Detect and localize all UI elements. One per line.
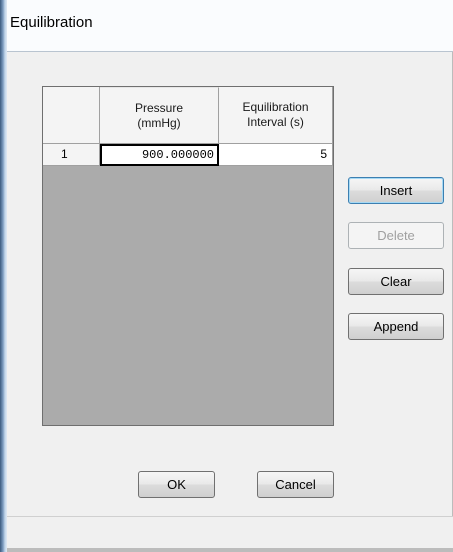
clear-button[interactable]: Clear: [348, 268, 444, 295]
table-row: 1 900.000000 5: [43, 144, 333, 166]
column-header-pressure-line2: (mmHg): [137, 115, 181, 130]
append-button[interactable]: Append: [348, 313, 444, 340]
row-header[interactable]: 1: [43, 144, 100, 166]
equilibration-dialog: Equilibration Pressure (mmHg) Equilibrat…: [7, 0, 453, 552]
delete-button[interactable]: Delete: [348, 222, 444, 249]
column-header-interval[interactable]: Equilibration Interval (s): [219, 87, 333, 144]
grid-corner-header[interactable]: [43, 87, 100, 144]
pressure-cell[interactable]: 900.000000: [100, 144, 219, 166]
window-left-border: [0, 0, 7, 552]
ok-button[interactable]: OK: [138, 471, 215, 498]
window-bottom-border: [7, 548, 453, 552]
interval-cell[interactable]: 5: [219, 144, 333, 166]
status-bar: [7, 516, 453, 552]
column-header-pressure-line1: Pressure: [134, 100, 184, 115]
column-header-pressure[interactable]: Pressure (mmHg): [100, 87, 219, 144]
pressure-grid[interactable]: Pressure (mmHg) Equilibration Interval (…: [42, 86, 334, 426]
cancel-button[interactable]: Cancel: [257, 471, 334, 498]
column-header-interval-line1: Equilibration: [242, 100, 309, 114]
insert-button[interactable]: Insert: [348, 177, 444, 204]
window-title: Equilibration: [10, 14, 93, 31]
title-bar[interactable]: Equilibration: [7, 0, 453, 52]
column-header-interval-line2: Interval (s): [247, 115, 304, 129]
